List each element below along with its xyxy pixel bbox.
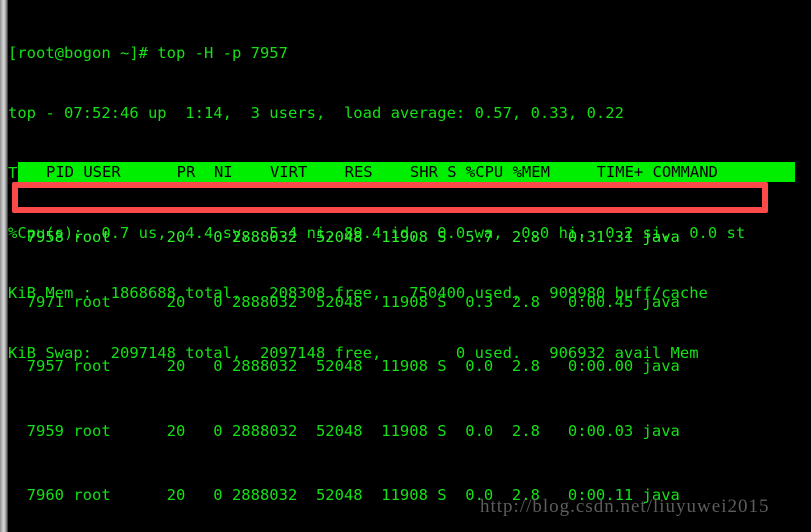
window-top-edge — [0, 0, 811, 3]
table-row[interactable]: 7958 root 20 0 2888032 52048 11908 S 5.7… — [8, 227, 808, 249]
watermark-text: http://blog.csdn.net/liuyuwei2015 — [480, 496, 770, 517]
table-row[interactable]: 7959 root 20 0 2888032 52048 11908 S 0.0… — [8, 421, 808, 443]
table-row[interactable]: 7957 root 20 0 2888032 52048 11908 S 0.0… — [8, 356, 808, 378]
process-table-body: 7958 root 20 0 2888032 52048 11908 S 5.7… — [8, 184, 808, 532]
shell-prompt-line: [root@bogon ~]# top -H -p 7957 — [8, 44, 288, 62]
table-column-header[interactable]: PID USER PR NI VIRT RES SHR S %CPU %MEM … — [18, 162, 795, 182]
top-uptime-line: top - 07:52:46 up 1:14, 3 users, load av… — [8, 104, 624, 122]
terminal-window[interactable]: [root@bogon ~]# top -H -p 7957 top - 07:… — [0, 0, 811, 532]
window-left-edge — [0, 0, 8, 532]
table-row[interactable]: 7971 root 20 0 2888032 52048 11908 S 0.3… — [8, 292, 808, 314]
